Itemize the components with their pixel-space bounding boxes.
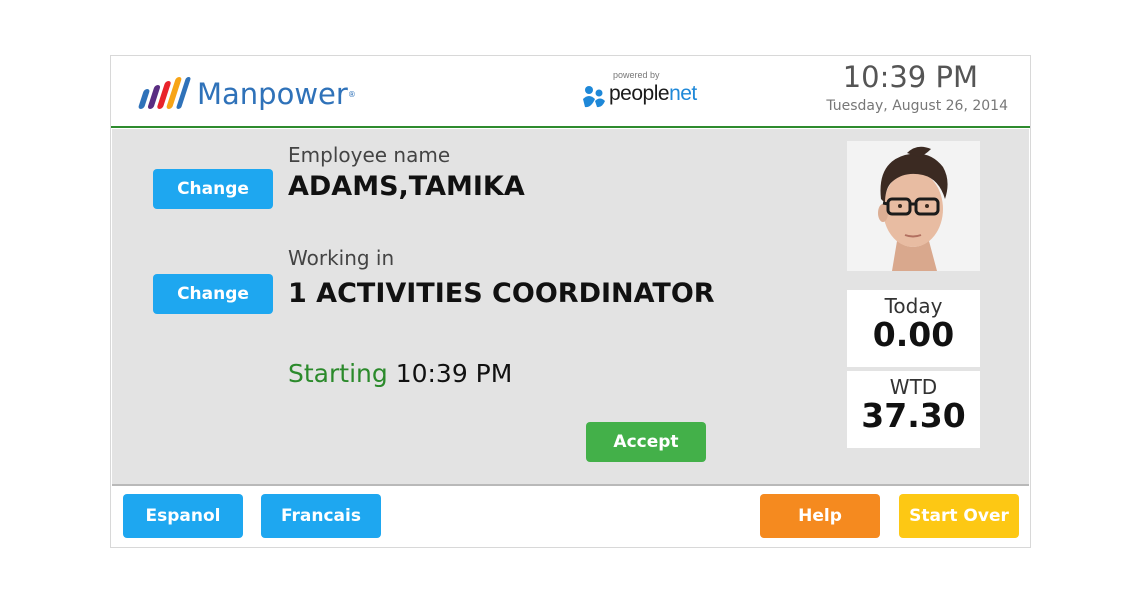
manpower-stripes-icon xyxy=(137,77,193,111)
manpower-logo: Manpower ® xyxy=(137,74,356,114)
working-in-value: 1 ACTIVITIES COORDINATOR xyxy=(288,278,715,309)
employee-name-label: Employee name xyxy=(288,143,451,167)
brand-registered-mark: ® xyxy=(347,89,356,99)
main-panel: Change Employee name ADAMS,TAMIKA Change… xyxy=(112,129,1029,484)
current-date: Tuesday, August 26, 2014 xyxy=(826,98,1008,114)
current-time: 10:39 PM xyxy=(842,60,978,94)
punch-status: Starting 10:39 PM xyxy=(288,359,512,388)
change-position-button[interactable]: Change xyxy=(153,274,273,314)
help-button[interactable]: Help xyxy=(760,494,880,538)
brand-name: Manpower xyxy=(197,77,348,111)
employee-photo xyxy=(847,141,980,271)
footer-divider xyxy=(112,484,1029,486)
peoplenet-people-text: people xyxy=(609,82,670,105)
today-hours-value: 0.00 xyxy=(872,315,955,354)
working-in-label: Working in xyxy=(288,246,395,270)
change-employee-button[interactable]: Change xyxy=(153,169,273,209)
employee-name-value: ADAMS,TAMIKA xyxy=(288,171,525,202)
header-divider xyxy=(111,126,1030,128)
wtd-hours-box: WTD 37.30 xyxy=(847,371,980,448)
punch-status-word: Starting xyxy=(288,359,388,388)
accept-button[interactable]: Accept xyxy=(586,422,706,462)
today-hours-box: Today 0.00 xyxy=(847,290,980,367)
peoplenet-people-icon xyxy=(583,86,605,108)
punch-status-time: 10:39 PM xyxy=(395,359,513,388)
time-clock-kiosk: Manpower ® powered by peoplenet 10:39 PM… xyxy=(110,55,1031,548)
peoplenet-logo: powered by peoplenet xyxy=(581,70,721,116)
powered-by-text: powered by xyxy=(613,70,660,80)
francais-button[interactable]: Francais xyxy=(261,494,381,538)
peoplenet-net-text: net xyxy=(669,82,697,105)
peoplenet-wordmark: peoplenet xyxy=(609,82,697,106)
header-bar: Manpower ® powered by peoplenet 10:39 PM… xyxy=(111,56,1030,128)
wtd-hours-value: 37.30 xyxy=(861,396,966,435)
employee-photo-icon xyxy=(847,141,980,271)
start-over-button[interactable]: Start Over xyxy=(899,494,1019,538)
espanol-button[interactable]: Espanol xyxy=(123,494,243,538)
